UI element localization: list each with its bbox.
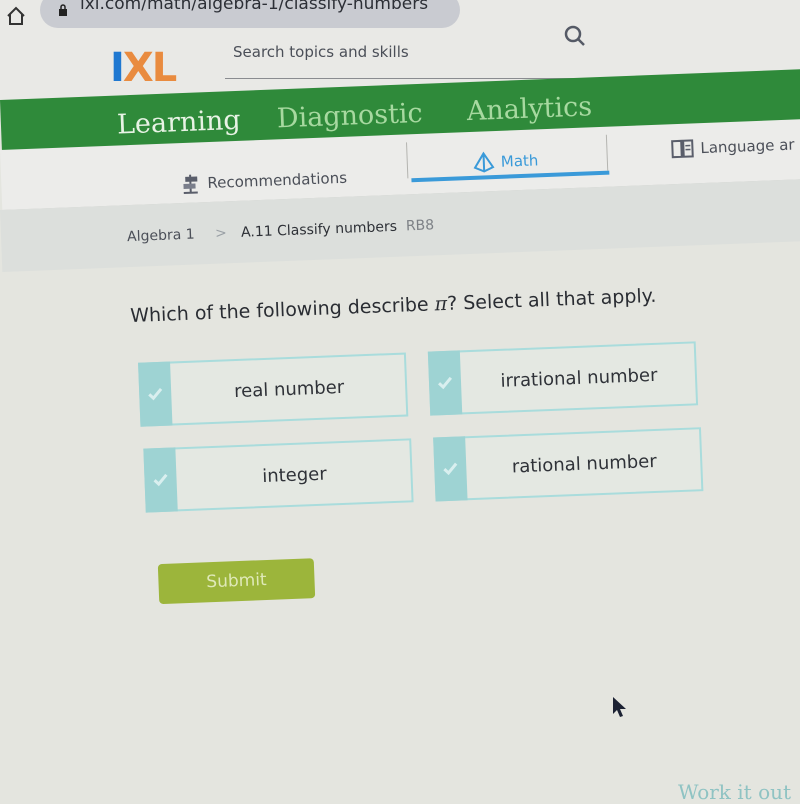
mouse-cursor-icon [612, 696, 628, 718]
tab-recommendations[interactable]: Recommendations [179, 167, 347, 195]
pyramid-icon [472, 151, 495, 174]
search-box [225, 38, 593, 79]
choice-label: irrational number [462, 343, 696, 412]
logo-xl: XL [123, 45, 175, 91]
checkmark-icon [147, 386, 164, 403]
signpost-icon [179, 172, 202, 195]
nav-diagnostic[interactable]: Diagnostic [276, 98, 423, 135]
choice-rational-number[interactable]: rational number [433, 427, 703, 501]
question-prompt: Which of the following describe π? Selec… [130, 285, 657, 327]
choice-integer[interactable]: integer [143, 438, 413, 512]
tab-language-arts[interactable]: Language ar [670, 134, 795, 161]
checkmark-icon [437, 375, 454, 392]
search-input[interactable] [231, 42, 535, 62]
question-panel: Which of the following describe π? Selec… [0, 229, 800, 660]
checkmark-icon [152, 472, 169, 489]
work-it-out-link[interactable]: Work it out [678, 780, 791, 804]
nav-learning[interactable]: Learning [116, 105, 241, 141]
checkmark-icon [442, 461, 459, 478]
tab-divider [606, 135, 608, 171]
submit-button[interactable]: Submit [158, 558, 315, 604]
breadcrumb-separator: > [215, 225, 227, 241]
browser-toolbar: ixl.com/math/algebra-1/classify-numbers [0, 0, 800, 39]
checkbox[interactable] [428, 350, 462, 415]
tab-math-label: Math [500, 151, 538, 170]
breadcrumb-skill: A.11 Classify numbers [241, 219, 398, 241]
pi-symbol: π [434, 293, 447, 315]
home-icon[interactable] [4, 4, 28, 28]
choice-real-number[interactable]: real number [138, 352, 408, 426]
ixl-logo[interactable]: IXL [110, 48, 175, 88]
tab-math[interactable]: Math [472, 149, 538, 173]
checkbox[interactable] [433, 436, 467, 501]
prompt-text-before: Which of the following describe [130, 293, 435, 327]
nav-analytics[interactable]: Analytics [466, 91, 592, 127]
breadcrumb-course[interactable]: Algebra 1 [127, 227, 195, 246]
checkbox[interactable] [138, 362, 172, 427]
checkbox[interactable] [143, 447, 177, 512]
choice-label: real number [172, 355, 406, 424]
choice-label: rational number [467, 429, 701, 498]
choice-irrational-number[interactable]: irrational number [428, 341, 698, 415]
tab-language-arts-label: Language ar [700, 136, 795, 158]
skill-code: RB8 [406, 217, 435, 234]
tab-recommendations-label: Recommendations [207, 169, 347, 192]
prompt-text-after: ? Select all that apply. [447, 285, 657, 315]
choice-label: integer [177, 440, 411, 509]
search-icon[interactable] [563, 24, 587, 48]
logo-i: I [110, 45, 123, 91]
book-icon [670, 137, 695, 160]
url-text[interactable]: ixl.com/math/algebra-1/classify-numbers [80, 0, 428, 14]
tab-divider [406, 142, 408, 178]
lock-icon [58, 4, 68, 16]
